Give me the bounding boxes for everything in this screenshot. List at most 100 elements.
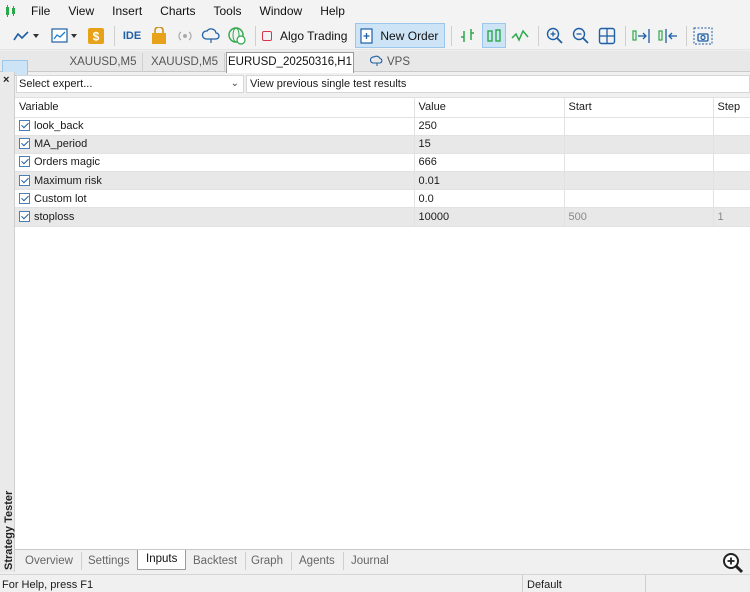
value-cell[interactable]: 0.0	[414, 189, 565, 208]
candlestick-icon	[487, 28, 502, 42]
close-icon[interactable]: ×	[3, 74, 9, 86]
tab-inputs[interactable]: Inputs	[137, 550, 187, 570]
zoom-in-icon	[547, 27, 564, 44]
start-cell[interactable]	[564, 116, 714, 136]
checkbox[interactable]	[19, 156, 30, 168]
step-cell[interactable]	[713, 134, 750, 154]
menu-tools[interactable]: Tools	[205, 0, 251, 22]
tab-backtest[interactable]: Backtest	[185, 552, 247, 570]
line-chart-icon	[13, 30, 29, 40]
chart-type-button[interactable]	[8, 24, 44, 48]
value-cell[interactable]: 10000	[414, 207, 565, 227]
candlestick-button[interactable]	[482, 23, 507, 48]
column-header-step[interactable]: Step	[713, 98, 750, 117]
svg-text:$: $	[93, 29, 100, 43]
column-header-start[interactable]: Start	[564, 98, 714, 117]
step-cell[interactable]	[713, 116, 750, 136]
value-cell[interactable]: 15	[414, 134, 565, 154]
toolbar-divider	[114, 25, 115, 46]
shopping-bag-icon	[152, 26, 166, 44]
tab-journal[interactable]: Journal	[343, 552, 397, 570]
web-trading-button[interactable]	[225, 24, 249, 48]
tab-settings[interactable]: Settings	[80, 552, 139, 570]
value-cell[interactable]: 666	[414, 152, 565, 172]
step-cell[interactable]: 1	[713, 207, 750, 227]
menu-bar: File View Insert Charts Tools Window Hel…	[0, 0, 750, 22]
chart-tabs-bar: XAUUSD,M5 XAUUSD,M5 EURUSD_20250316,H1 V…	[0, 51, 750, 73]
tab-graph[interactable]: Graph	[243, 552, 292, 570]
view-previous-results[interactable]: View previous single test results	[246, 75, 750, 93]
table-row[interactable]: Orders magic 666	[15, 152, 750, 172]
checkbox[interactable]	[19, 138, 30, 150]
status-divider	[645, 575, 646, 592]
table-row[interactable]: stoploss 10000 500 1	[15, 207, 750, 227]
checkbox[interactable]	[19, 211, 30, 223]
table-row[interactable]: MA_period 15	[15, 134, 750, 154]
ide-button[interactable]: IDE	[119, 24, 145, 48]
step-cell[interactable]	[713, 189, 750, 208]
checkbox[interactable]	[19, 192, 30, 204]
tester-header: Select expert... ⌄ View previous single …	[15, 75, 750, 93]
chart-shift-button[interactable]	[656, 24, 680, 48]
bar-chart-button[interactable]	[456, 24, 480, 48]
menu-help[interactable]: Help	[311, 0, 354, 22]
ide-label: IDE	[122, 29, 142, 42]
stop-icon	[262, 30, 272, 41]
chart-tab-xauusd-m5-2[interactable]: XAUUSD,M5	[145, 53, 225, 72]
tile-windows-button[interactable]	[595, 24, 619, 48]
start-cell[interactable]	[564, 189, 714, 208]
vps-cloud-button[interactable]	[199, 24, 223, 48]
zoom-out-button[interactable]	[569, 24, 593, 48]
inputs-table: Variable Value Start Step look_back 250 …	[15, 98, 750, 227]
chart-template-icon	[51, 27, 68, 43]
menu-view[interactable]: View	[59, 0, 103, 22]
chart-tab-xauusd-m5[interactable]: XAUUSD,M5	[64, 53, 143, 72]
toolbar-divider	[255, 25, 256, 46]
screenshot-button[interactable]	[691, 24, 715, 48]
chart-tab-vps[interactable]: VPS	[358, 53, 422, 72]
table-row[interactable]: Custom lot 0.0	[15, 189, 750, 208]
tab-agents[interactable]: Agents	[291, 552, 344, 570]
start-cell[interactable]: 500	[564, 207, 714, 227]
signals-button[interactable]	[173, 24, 197, 48]
chevron-down-icon: ⌄	[230, 78, 239, 89]
menu-charts[interactable]: Charts	[151, 0, 204, 22]
column-header-value[interactable]: Value	[414, 98, 565, 117]
vps-cloud-icon	[369, 55, 383, 66]
new-order-button[interactable]: New Order	[355, 23, 446, 48]
toolbar-divider	[538, 25, 540, 46]
menu-window[interactable]: Window	[251, 0, 312, 22]
step-cell[interactable]	[713, 152, 750, 172]
market-button[interactable]: $	[84, 24, 108, 48]
autoscroll-button[interactable]	[630, 24, 654, 48]
zoom-in-button[interactable]	[543, 24, 567, 48]
tab-overview[interactable]: Overview	[17, 552, 82, 570]
new-order-icon	[360, 27, 373, 44]
shop-button[interactable]	[147, 24, 171, 48]
menu-file[interactable]: File	[22, 0, 59, 22]
start-cell[interactable]	[564, 152, 714, 172]
toolbar-divider	[625, 25, 627, 46]
table-row[interactable]: look_back 250	[15, 116, 750, 136]
templates-button[interactable]	[46, 24, 82, 48]
line-chart-button[interactable]	[508, 24, 532, 48]
start-cell[interactable]	[564, 171, 714, 190]
step-cell[interactable]	[713, 171, 750, 190]
algo-trading-button[interactable]: Algo Trading	[260, 24, 353, 48]
toolbar-divider	[686, 25, 688, 46]
expert-select[interactable]: Select expert... ⌄	[16, 75, 244, 93]
value-cell[interactable]: 0.01	[414, 171, 565, 190]
toolbar-divider	[451, 25, 453, 46]
checkbox[interactable]	[19, 174, 30, 186]
dollar-icon: $	[88, 27, 104, 44]
start-cell[interactable]	[564, 134, 714, 154]
strategy-tester-label: Strategy Tester	[3, 490, 15, 570]
table-row[interactable]: Maximum risk 0.01	[15, 171, 750, 190]
checkbox[interactable]	[19, 120, 30, 132]
chart-tab-eurusd-h1[interactable]: EURUSD_20250316,H1	[226, 52, 354, 73]
menu-insert[interactable]: Insert	[103, 0, 151, 22]
camera-icon	[693, 27, 713, 44]
column-header-variable[interactable]: Variable	[15, 98, 415, 117]
signal-broadcast-icon	[178, 31, 192, 40]
value-cell[interactable]: 250	[414, 116, 565, 136]
